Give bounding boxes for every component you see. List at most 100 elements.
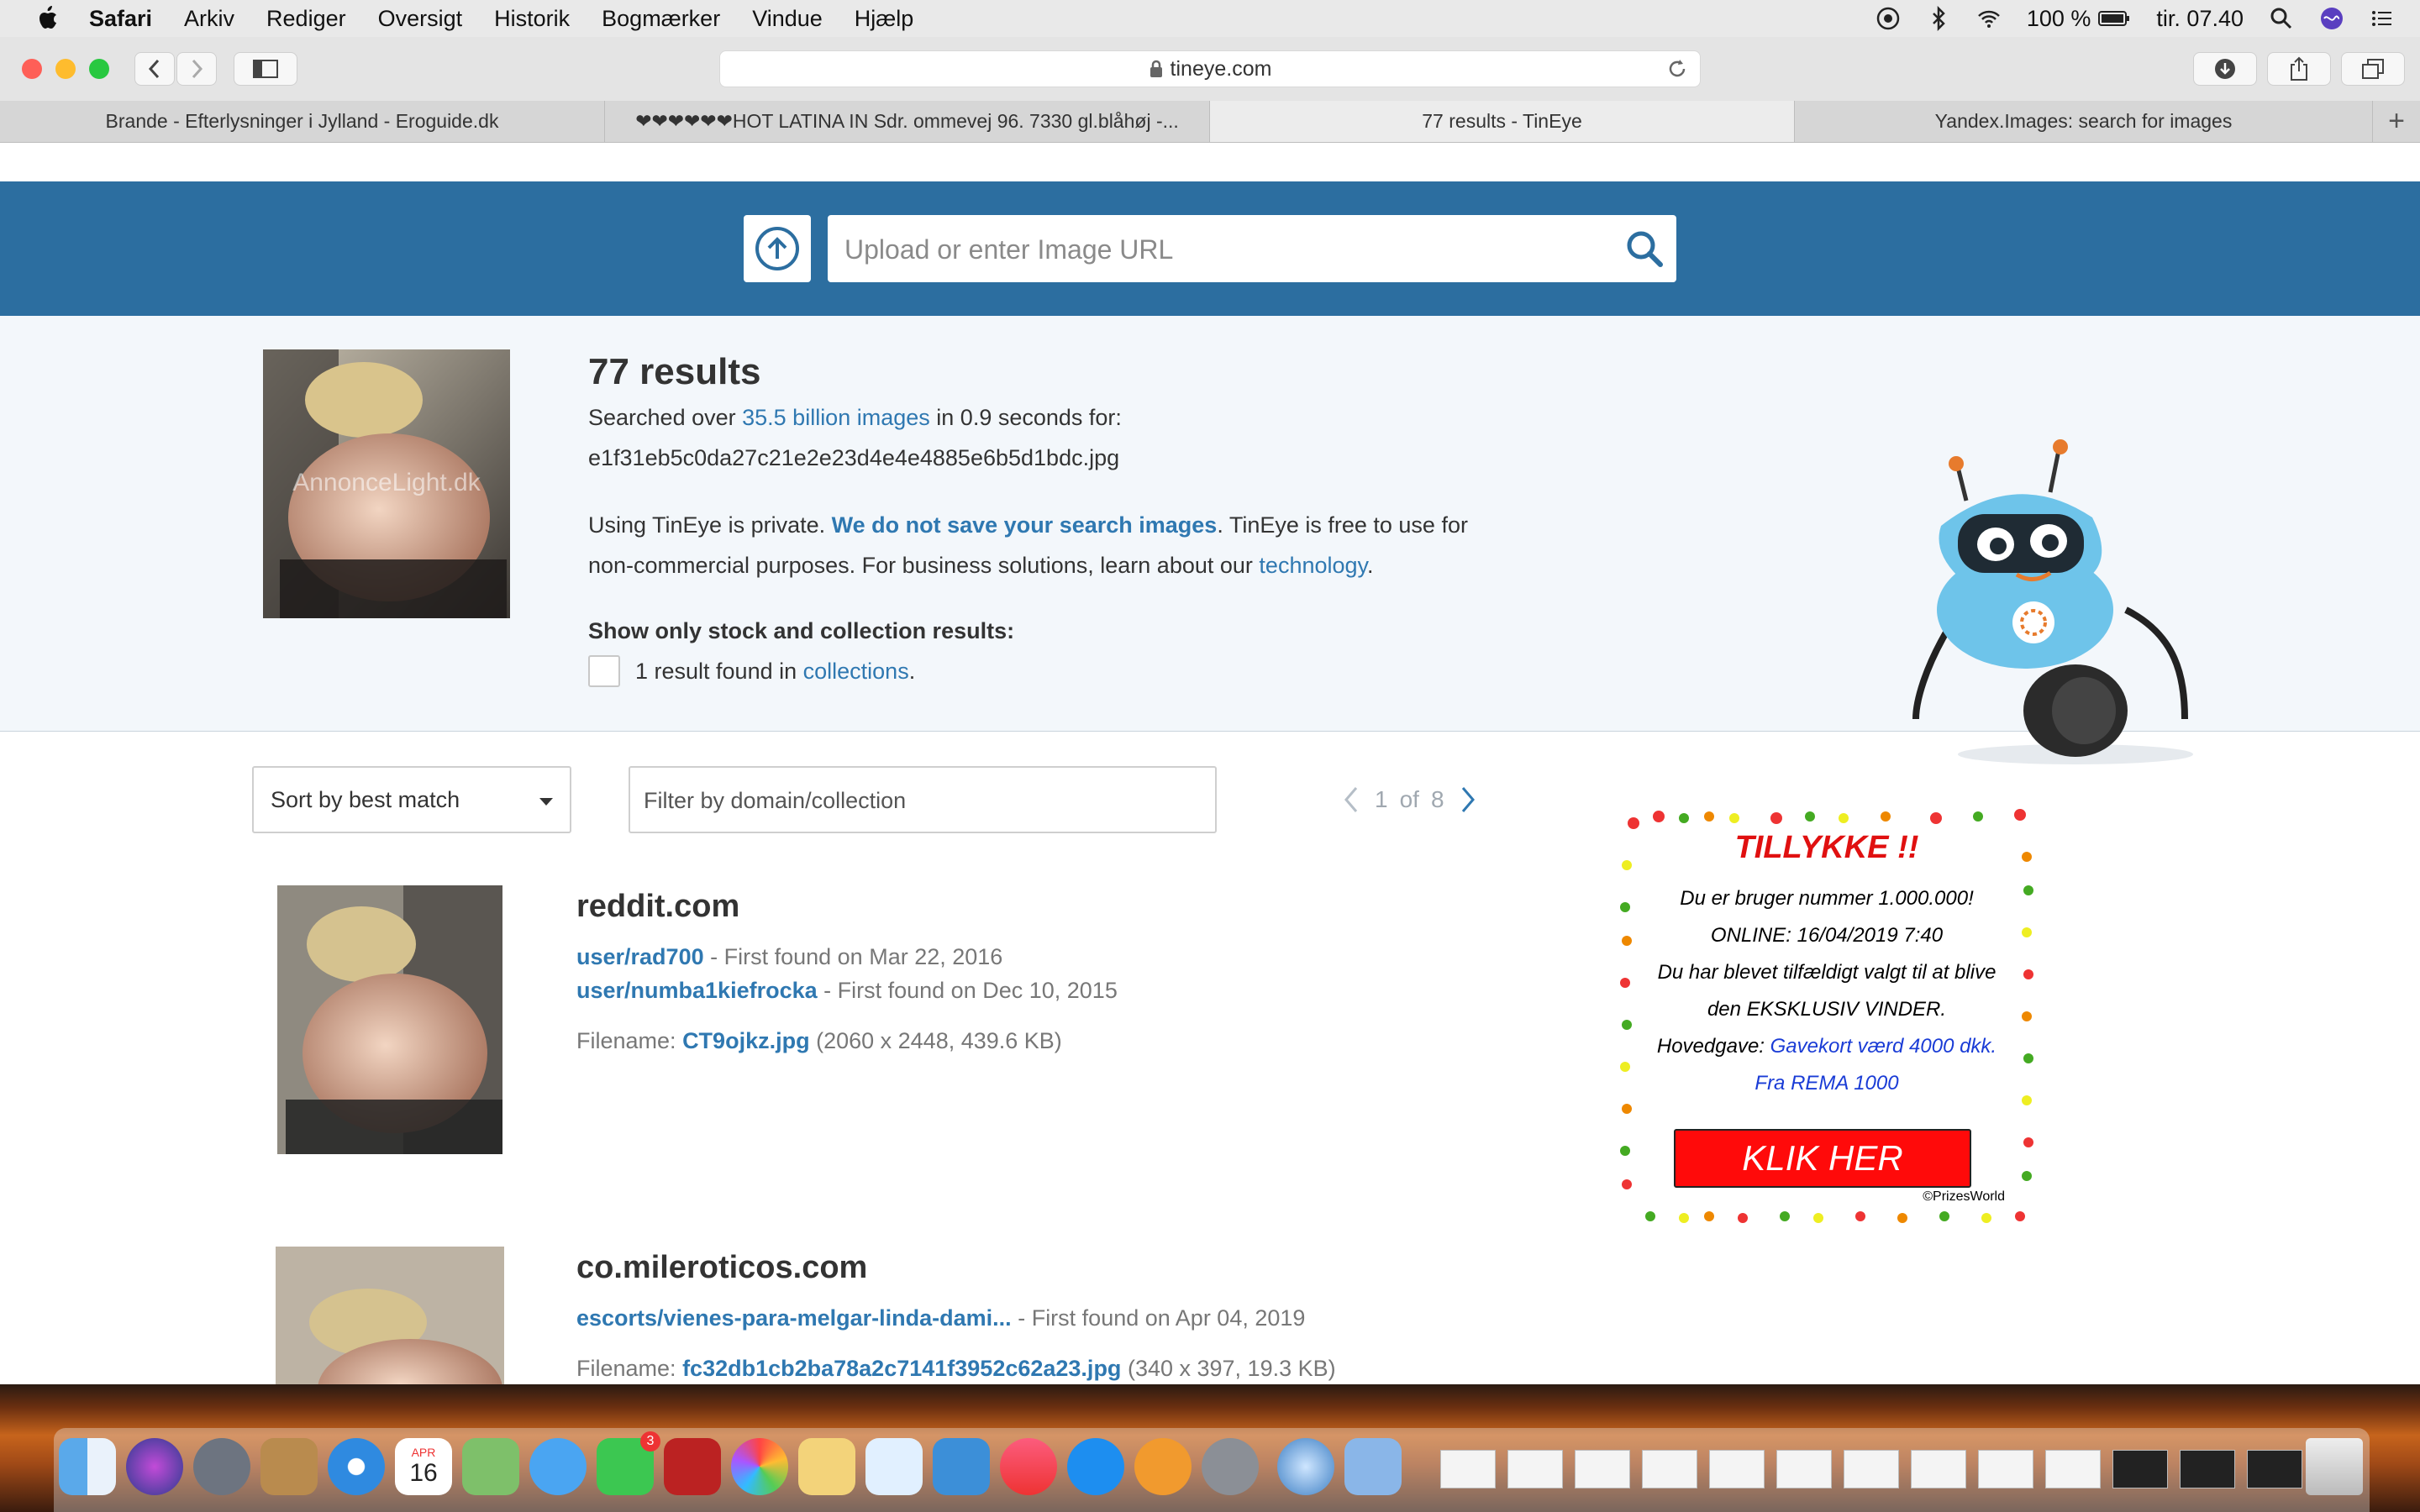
app-store-icon[interactable] <box>1067 1438 1124 1495</box>
minimized-window[interactable] <box>1507 1450 1563 1488</box>
result-thumbnail[interactable] <box>276 1247 504 1384</box>
upload-arrow-icon <box>755 227 799 270</box>
books-icon[interactable] <box>1134 1438 1192 1495</box>
minimized-window[interactable] <box>1709 1450 1765 1488</box>
siri-dock-icon[interactable] <box>126 1438 183 1495</box>
facetime-icon[interactable]: 3 <box>597 1431 660 1495</box>
result-match-link[interactable]: user/numba1kiefrocka <box>576 978 818 1003</box>
back-button[interactable] <box>134 52 175 86</box>
tab-tineye[interactable]: 77 results - TinEye <box>1210 101 1795 142</box>
new-tab-button[interactable]: + <box>2373 101 2420 142</box>
battery-icon[interactable] <box>2097 6 2131 31</box>
photo-booth-icon[interactable] <box>664 1438 721 1495</box>
ad-prize-link2[interactable]: Fra REMA 1000 <box>1754 1072 1898 1095</box>
minimized-window[interactable] <box>1776 1450 1832 1488</box>
ad-prize-line2: Fra REMA 1000 <box>1617 1072 2037 1095</box>
messages-icon[interactable] <box>529 1438 587 1495</box>
forward-button[interactable] <box>176 52 217 86</box>
menu-vindue[interactable]: Vindue <box>752 6 823 32</box>
eye-icon[interactable] <box>1876 6 1901 31</box>
menu-hjaelp[interactable]: Hjælp <box>855 6 914 32</box>
system-preferences-icon[interactable] <box>1202 1438 1259 1495</box>
tab-overview-button[interactable] <box>2341 52 2405 86</box>
searched-over-text: Searched over 35.5 billion images in 0.9… <box>588 405 1122 430</box>
tab-label: Yandex.Images: search for images <box>1934 110 2233 132</box>
menu-rediger[interactable]: Rediger <box>266 6 346 32</box>
upload-button[interactable] <box>744 215 811 282</box>
minimized-window[interactable] <box>1642 1450 1697 1488</box>
minimized-window[interactable] <box>1911 1450 1966 1488</box>
tineye-app-icon[interactable] <box>1277 1438 1334 1495</box>
tab-yandex[interactable]: Yandex.Images: search for images <box>1795 101 2373 142</box>
finder-icon[interactable] <box>59 1438 116 1495</box>
tab-eroguide[interactable]: Brande - Efterlysninger i Jylland - Erog… <box>0 101 605 142</box>
notes-book-icon[interactable] <box>260 1438 318 1495</box>
zoom-window-button[interactable] <box>89 59 109 79</box>
notification-center-icon[interactable] <box>2370 6 2395 31</box>
billion-images-link[interactable]: 35.5 billion images <box>742 405 930 430</box>
result-thumbnail[interactable] <box>277 885 502 1154</box>
numbers-icon[interactable] <box>865 1438 923 1495</box>
siri-icon[interactable] <box>2319 6 2344 31</box>
minimized-window[interactable] <box>2112 1450 2168 1488</box>
total-pages: 8 <box>1430 786 1444 812</box>
photos-icon[interactable] <box>731 1438 788 1495</box>
share-button[interactable] <box>2267 52 2331 86</box>
menubar-clock[interactable]: tir. 07.40 <box>2156 6 2244 32</box>
downloads-button[interactable] <box>2193 52 2257 86</box>
minimized-window[interactable] <box>2045 1450 2101 1488</box>
minimized-window[interactable] <box>1978 1450 2033 1488</box>
sidebar-toggle-button[interactable] <box>234 52 297 86</box>
privacy-link[interactable]: We do not save your search images <box>832 512 1218 538</box>
keynote-icon[interactable] <box>933 1438 990 1495</box>
maps-icon[interactable] <box>462 1438 519 1495</box>
domain-filter-input[interactable] <box>630 768 1200 833</box>
ad-click-button[interactable]: KLIK HER <box>1674 1129 1971 1188</box>
result-match-link[interactable]: escorts/vienes-para-melgar-linda-dami... <box>576 1305 1012 1331</box>
menu-historik[interactable]: Historik <box>494 6 570 32</box>
image-url-input[interactable] <box>828 215 1602 284</box>
minimized-window[interactable] <box>2180 1450 2235 1488</box>
trash-icon[interactable] <box>2306 1438 2363 1495</box>
close-window-button[interactable] <box>22 59 42 79</box>
tab-hot-latina[interactable]: ❤❤❤❤❤❤HOT LATINA IN Sdr. ommevej 96. 733… <box>605 101 1210 142</box>
menu-bar: Safari Arkiv Rediger Oversigt Historik B… <box>0 0 2420 37</box>
prev-page-icon[interactable] <box>1339 783 1363 816</box>
preview-icon[interactable] <box>1344 1438 1402 1495</box>
launchpad-icon[interactable] <box>193 1438 250 1495</box>
result-filename-link[interactable]: CT9ojkz.jpg <box>682 1028 810 1053</box>
menu-arkiv[interactable]: Arkiv <box>184 6 234 32</box>
menu-bogmaerker[interactable]: Bogmærker <box>602 6 720 32</box>
minimized-window[interactable] <box>1844 1450 1899 1488</box>
privacy-text-line1: Using TinEye is private. We do not save … <box>588 512 1468 538</box>
query-image-thumbnail[interactable]: AnnonceLight.dk <box>263 349 510 618</box>
minimized-window[interactable] <box>1575 1450 1630 1488</box>
minimize-window-button[interactable] <box>55 59 76 79</box>
ad-prize-link[interactable]: Gavekort værd 4000 dkk. <box>1770 1035 1996 1058</box>
safari-icon[interactable] <box>328 1438 385 1495</box>
prize-ad-banner[interactable]: TILLYKKE !! Du er bruger nummer 1.000.00… <box>1617 806 2037 1226</box>
reload-icon[interactable] <box>1666 58 1688 80</box>
address-bar[interactable]: tineye.com <box>719 50 1701 87</box>
apple-menu-icon[interactable] <box>35 4 60 33</box>
result-domain[interactable]: reddit.com <box>576 889 739 925</box>
wifi-icon[interactable] <box>1976 6 2002 31</box>
calendar-icon[interactable]: APR 16 <box>395 1438 452 1495</box>
result-match-link[interactable]: user/rad700 <box>576 944 704 969</box>
sort-dropdown[interactable]: Sort by best match <box>252 766 571 833</box>
spotlight-search-icon[interactable] <box>2269 6 2294 31</box>
menu-app-name[interactable]: Safari <box>89 6 152 32</box>
result-domain[interactable]: co.mileroticos.com <box>576 1250 867 1286</box>
next-page-icon[interactable] <box>1456 783 1480 816</box>
search-icon[interactable] <box>1623 227 1666 270</box>
menu-oversigt[interactable]: Oversigt <box>378 6 463 32</box>
technology-link[interactable]: technology <box>1259 553 1367 578</box>
collections-checkbox[interactable] <box>588 655 620 687</box>
minimized-window[interactable] <box>1440 1450 1496 1488</box>
music-icon[interactable] <box>1000 1438 1057 1495</box>
pages-icon[interactable] <box>798 1438 855 1495</box>
bluetooth-icon[interactable] <box>1926 6 1951 31</box>
minimized-window[interactable] <box>2247 1450 2302 1488</box>
collections-link[interactable]: collections <box>803 659 909 684</box>
result-filename-link[interactable]: fc32db1cb2ba78a2c7141f3952c62a23.jpg <box>682 1356 1121 1381</box>
